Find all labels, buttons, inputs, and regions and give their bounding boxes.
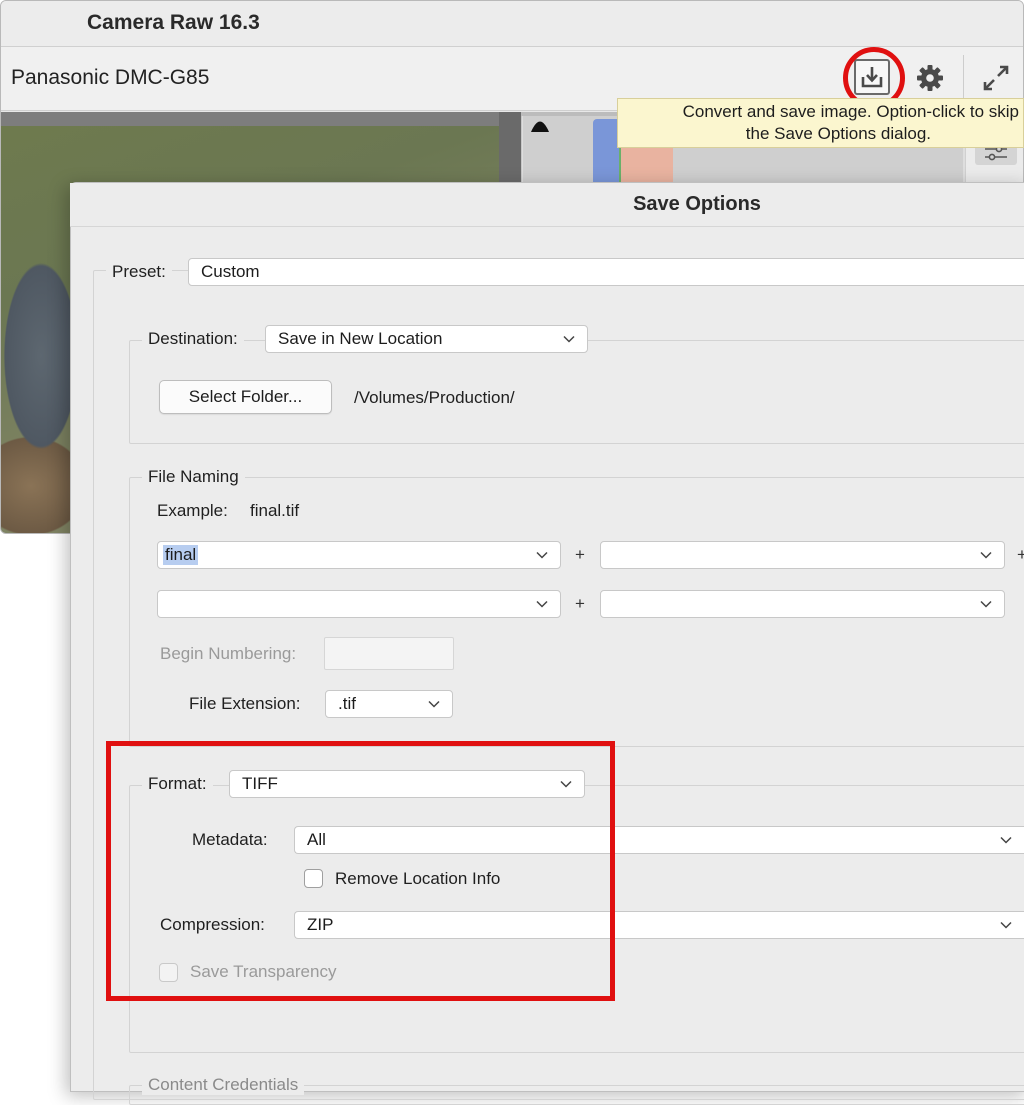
chevron-down-icon (980, 551, 992, 559)
naming-field-1-value: final (163, 545, 199, 565)
save-tooltip: Convert and save image. Option-click to … (617, 98, 1024, 148)
format-highlight-box (106, 741, 615, 1001)
preset-select[interactable]: Custom (188, 258, 1024, 286)
naming-field-1[interactable]: final (157, 541, 561, 569)
begin-numbering-input (324, 637, 454, 670)
fullscreen-button[interactable] (977, 59, 1015, 97)
toolbar-divider (963, 55, 964, 103)
chevron-down-icon (1000, 921, 1012, 929)
naming-field-4[interactable] (600, 590, 1005, 618)
chevron-down-icon (1000, 836, 1012, 844)
preset-label: Preset: (106, 262, 172, 282)
chevron-down-icon (563, 335, 575, 343)
tooltip-line-2: the Save Options dialog. (745, 124, 931, 143)
chevron-down-icon (536, 551, 548, 559)
chevron-down-icon (980, 600, 992, 608)
tooltip-line-1: Convert and save image. Option-click to … (682, 102, 1019, 121)
destination-label: Destination: (142, 329, 244, 349)
expand-icon (983, 65, 1009, 91)
file-extension-select[interactable]: .tif (325, 690, 453, 718)
file-extension-label: File Extension: (189, 694, 301, 713)
chevron-down-icon (536, 600, 548, 608)
file-extension-value: .tif (338, 694, 356, 713)
chevron-down-icon (428, 700, 440, 708)
preset-value: Custom (201, 262, 260, 281)
dialog-title: Save Options (70, 183, 1024, 227)
naming-field-2[interactable] (600, 541, 1005, 569)
plus-sign: + (1017, 545, 1024, 564)
destination-select[interactable]: Save in New Location (265, 325, 588, 353)
destination-path: /Volumes/Production/ (354, 388, 515, 407)
begin-numbering-label: Begin Numbering: (160, 644, 297, 663)
file-naming-label: File Naming (142, 467, 245, 487)
gear-icon (917, 65, 943, 91)
shadow-clipping-icon[interactable] (529, 117, 551, 133)
select-folder-button[interactable]: Select Folder... (159, 380, 332, 414)
title-bar: Camera Raw 16.3 (1, 1, 1023, 47)
destination-value: Save in New Location (278, 329, 443, 348)
content-credentials-label: Content Credentials (142, 1075, 305, 1095)
app-title: Camera Raw 16.3 (87, 11, 260, 34)
plus-sign: + (575, 545, 585, 564)
settings-button[interactable] (911, 59, 949, 97)
camera-name: Panasonic DMC-G85 (11, 66, 210, 89)
plus-sign: + (575, 594, 585, 613)
example-label: Example: (157, 501, 228, 520)
naming-field-3[interactable] (157, 590, 561, 618)
example-value: final.tif (250, 501, 300, 520)
